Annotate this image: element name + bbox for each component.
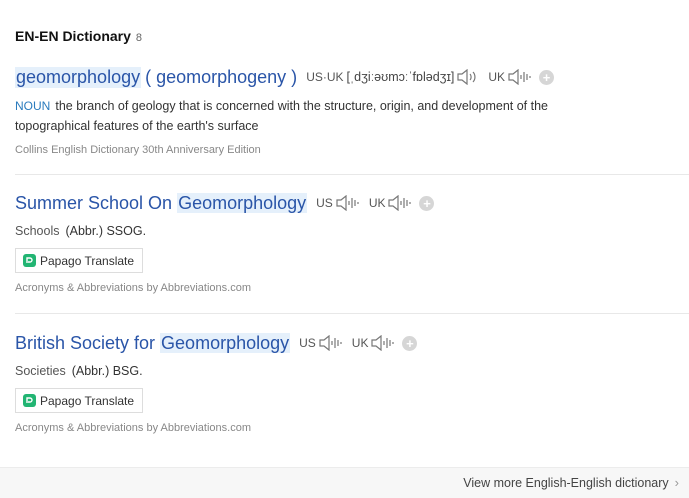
speaker-icon[interactable] — [371, 335, 395, 351]
pron-label-us: US — [316, 196, 333, 210]
headword-link[interactable]: geomorphology — [15, 66, 142, 88]
view-more-label: View more English-English dictionary — [463, 475, 669, 490]
entry-headline: British Society for Geomorphology US UK … — [15, 330, 689, 356]
pron-label-us-uk: US·UK — [306, 70, 344, 84]
entry-bsg: British Society for Geomorphology US UK … — [15, 330, 689, 434]
pronunciation-us-uk: US·UK [ˌdʒiːəʊmɔːˈfɒlədʒɪ] — [306, 69, 479, 85]
chevron-right-icon: › — [674, 475, 679, 490]
headword-highlight: Geomorphology — [160, 332, 291, 353]
phonetic-text: [ˌdʒiːəʊmɔːˈfɒlədʒɪ] — [346, 70, 455, 84]
view-more-link[interactable]: View more English-English dictionary › — [463, 475, 679, 490]
part-of-speech: NOUN — [15, 99, 51, 113]
papago-icon — [23, 394, 36, 407]
pronunciation-us: US — [316, 195, 360, 211]
abbreviation-line: Societies (Abbr.) BSG. — [15, 364, 689, 378]
pron-label-uk: UK — [351, 336, 369, 350]
papago-translate-button[interactable]: Papago Translate — [15, 248, 144, 273]
pronunciation-uk: UK — [369, 195, 413, 211]
headword-highlight: Geomorphology — [177, 192, 308, 213]
category-label: Schools — [15, 224, 60, 238]
papago-label: Papago Translate — [40, 393, 135, 408]
pron-label-uk: UK — [488, 70, 506, 84]
papago-translate-button[interactable]: Papago Translate — [15, 388, 144, 413]
pronunciation-us: US — [299, 335, 343, 351]
entry-headline: geomorphology ( geomorphogeny ) US·UK [ˌ… — [15, 64, 689, 90]
speaker-icon[interactable] — [388, 195, 412, 211]
definition: NOUN the branch of geology that is concer… — [15, 96, 625, 136]
headword-link[interactable]: British Society for Geomorphology — [15, 332, 291, 354]
pronunciation-uk: UK — [488, 69, 532, 85]
source-label: Collins English Dictionary 30th Annivers… — [15, 144, 261, 156]
speaker-icon[interactable] — [319, 335, 343, 351]
dictionary-header: EN-EN Dictionary 8 — [15, 28, 142, 44]
abbreviation-text: (Abbr.) BSG. — [71, 364, 143, 378]
add-wordbook-icon[interactable]: + — [419, 195, 435, 211]
footer-bar: View more English-English dictionary › — [0, 467, 689, 498]
headword-variant[interactable]: ( geomorphogeny ) — [145, 67, 297, 88]
source-label: Acronyms & Abbreviations by Abbreviation… — [15, 282, 252, 294]
entry-ssog: Summer School On Geomorphology US UK + S… — [15, 190, 689, 294]
headword-prefix: Summer School On — [15, 192, 178, 213]
add-wordbook-icon[interactable]: + — [539, 69, 555, 85]
divider — [15, 174, 689, 175]
category-label: Societies — [15, 364, 66, 378]
speaker-icon[interactable] — [336, 195, 360, 211]
abbreviation-text: (Abbr.) SSOG. — [65, 224, 147, 238]
pron-label-us: US — [299, 336, 316, 350]
headword-link[interactable]: Summer School On Geomorphology — [15, 192, 308, 214]
speaker-icon[interactable] — [457, 69, 479, 85]
papago-label: Papago Translate — [40, 253, 135, 268]
abbreviation-line: Schools (Abbr.) SSOG. — [15, 224, 689, 238]
dictionary-title: EN-EN Dictionary — [15, 28, 131, 44]
speaker-icon[interactable] — [508, 69, 532, 85]
result-count: 8 — [135, 32, 143, 44]
add-wordbook-icon[interactable]: + — [402, 335, 418, 351]
headword-prefix: British Society for — [15, 332, 161, 353]
papago-icon — [23, 254, 36, 267]
entry-headline: Summer School On Geomorphology US UK + — [15, 190, 689, 216]
pronunciation-uk: UK — [352, 335, 396, 351]
definition-text: the branch of geology that is concerned … — [15, 99, 549, 133]
source-label: Acronyms & Abbreviations by Abbreviation… — [15, 422, 252, 434]
entry-geomorphology: geomorphology ( geomorphogeny ) US·UK [ˌ… — [15, 64, 689, 156]
pron-label-uk: UK — [368, 196, 386, 210]
divider — [15, 313, 689, 314]
